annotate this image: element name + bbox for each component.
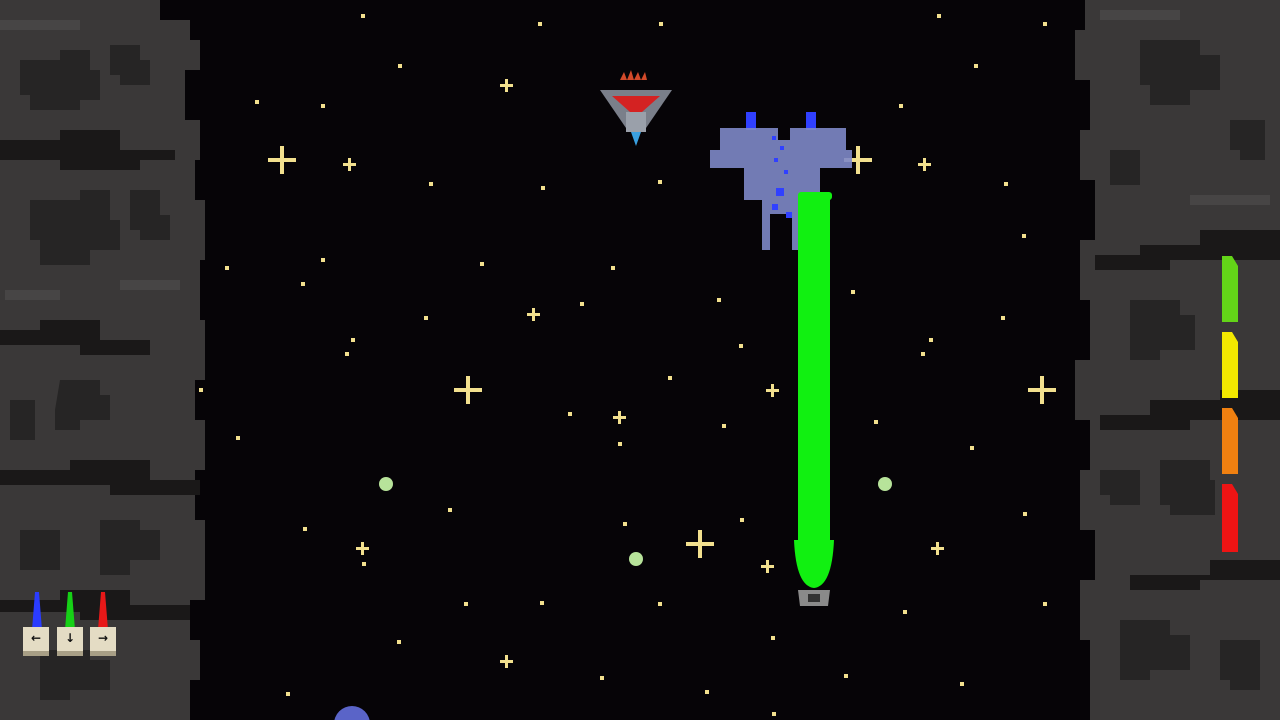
green-laser-beam bbox=[794, 192, 834, 588]
energy-orb bbox=[629, 552, 643, 566]
health-segment-yellow bbox=[1222, 332, 1238, 398]
health-segment-red bbox=[1222, 484, 1238, 552]
left-arrow-key-icon[interactable]: ← bbox=[23, 627, 49, 656]
laser-turret bbox=[798, 590, 830, 606]
right-asteroid-wall bbox=[1075, 0, 1280, 720]
health-segment-orange bbox=[1222, 408, 1238, 474]
game-viewport[interactable] bbox=[0, 0, 1280, 720]
health-segment-green bbox=[1222, 256, 1238, 322]
down-arrow-key-icon[interactable]: ↓ bbox=[57, 627, 83, 656]
energy-orb bbox=[379, 477, 393, 491]
energy-orb bbox=[878, 477, 892, 491]
right-arrow-key-icon[interactable]: → bbox=[90, 627, 116, 656]
